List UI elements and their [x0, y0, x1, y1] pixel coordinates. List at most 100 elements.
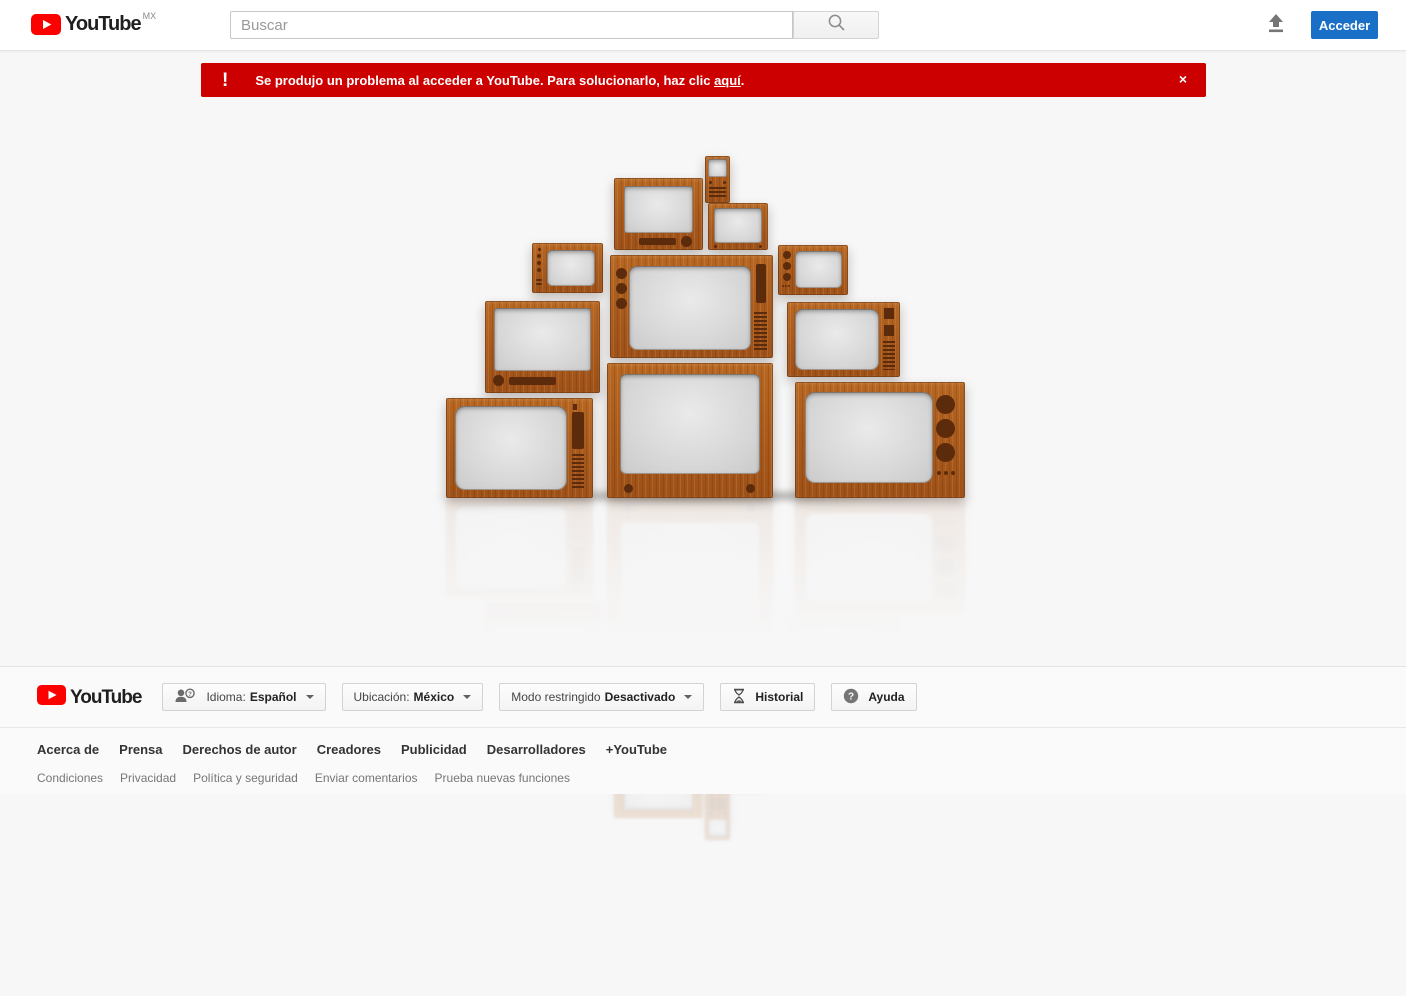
tv-knob — [493, 375, 504, 386]
footer-links: Acerca de Prensa Derechos de autor Creadore… — [0, 728, 1406, 787]
upload-button[interactable] — [1263, 13, 1289, 37]
footer-toolbar: YouTube ? Idioma: Español Ubicación: Méx… — [0, 667, 1406, 728]
tv-dot — [937, 471, 941, 475]
tv-square — [884, 325, 894, 336]
youtube-play-icon — [37, 684, 66, 710]
tv-screen — [795, 309, 879, 370]
footer-link[interactable]: Prueba nuevas funciones — [435, 771, 570, 785]
language-value: Español — [249, 690, 297, 704]
tv-dot — [723, 812, 726, 815]
tv-set — [787, 302, 900, 377]
tv-dot — [944, 471, 948, 475]
alert-exclamation-icon: ! — [222, 69, 229, 91]
tv-screen — [795, 251, 842, 288]
tv-set — [795, 382, 965, 498]
tv-bar — [639, 238, 676, 245]
search-input[interactable] — [230, 11, 793, 39]
tv-knob — [681, 236, 692, 247]
footer-link[interactable]: Condiciones — [37, 771, 103, 785]
tv-square — [573, 404, 577, 410]
restricted-mode-button[interactable]: Modo restringido Desactivado — [499, 683, 705, 711]
tv-dot — [537, 254, 541, 258]
youtube-play-icon — [31, 14, 61, 40]
location-picker-button[interactable]: Ubicación: México — [341, 683, 484, 711]
footer-link[interactable]: Derechos de autor — [183, 742, 297, 757]
history-hourglass-icon — [732, 688, 755, 707]
sign-in-button[interactable]: Acceder — [1311, 11, 1378, 39]
tv-screen — [805, 392, 933, 483]
tv-knob — [936, 395, 955, 414]
language-picker-button[interactable]: ? Idioma: Español — [162, 683, 326, 711]
tv-hgrill — [754, 312, 767, 350]
chevron-down-icon — [684, 695, 693, 699]
tv-dot — [709, 181, 712, 184]
tv-square — [884, 308, 894, 319]
svg-text:?: ? — [189, 690, 193, 697]
footer-link[interactable]: Desarrolladores — [487, 742, 586, 757]
footer-youtube-logo[interactable]: YouTube — [37, 684, 142, 710]
tv-dot — [537, 261, 541, 265]
history-button[interactable]: Historial — [720, 683, 816, 711]
tv-knob — [616, 268, 627, 279]
upload-icon — [1265, 14, 1287, 37]
search-button[interactable] — [793, 11, 879, 39]
logo-country-code: MX — [142, 11, 157, 21]
footer-link[interactable]: Creadores — [317, 742, 381, 757]
error-banner: ! Se produjo un problema al acceder a Yo… — [201, 63, 1206, 97]
footer-link[interactable]: Política y seguridad — [193, 771, 298, 785]
tv-bar — [572, 412, 584, 449]
tv-screen — [714, 208, 762, 243]
tv-screen — [620, 374, 760, 474]
chevron-down-icon — [305, 695, 314, 699]
tv-set — [446, 398, 593, 498]
footer-primary-links: Acerca de Prensa Derechos de autor Creadore… — [37, 741, 1406, 759]
error-message-text: Se produjo un problema al acceder a YouT… — [255, 72, 715, 88]
footer-link[interactable]: +YouTube — [606, 742, 667, 757]
tv-hgrill — [709, 187, 726, 199]
close-banner-icon[interactable]: × — [1179, 72, 1187, 86]
restricted-mode-prefix: Modo restringido — [511, 690, 601, 704]
tv-dot — [538, 248, 541, 251]
tv-hgrill — [883, 341, 895, 370]
location-prefix: Ubicación: — [353, 690, 410, 704]
chevron-down-icon — [463, 695, 472, 699]
footer-link[interactable]: Privacidad — [120, 771, 176, 785]
footer-link[interactable]: Acerca de — [37, 742, 99, 757]
footer-secondary-links: Condiciones Privacidad Política y segurida… — [37, 769, 1406, 787]
tv-screen — [494, 308, 591, 371]
search-icon — [827, 13, 846, 37]
tv-set — [614, 178, 703, 250]
youtube-logo[interactable]: YouTube MX — [31, 11, 157, 40]
tv-screen — [708, 819, 727, 837]
tv-knob — [936, 443, 955, 462]
tv-dot — [785, 285, 787, 287]
tv-dot — [782, 285, 784, 287]
tv-screen — [708, 159, 727, 177]
footer-link[interactable]: Prensa — [119, 742, 162, 757]
error-fix-link[interactable]: aquí — [714, 73, 741, 88]
help-button[interactable]: ? Ayuda — [831, 683, 917, 711]
tv-set — [485, 301, 600, 393]
tv-line — [536, 279, 542, 281]
tv-line — [536, 283, 542, 285]
tv-bar — [509, 377, 556, 385]
tv-set — [778, 245, 848, 295]
tv-dot — [723, 181, 726, 184]
tv-knob — [783, 251, 791, 259]
error-message: Se produjo un problema al acceder a YouT… — [255, 73, 744, 88]
tv-set — [705, 793, 730, 840]
tv-set — [708, 203, 768, 250]
tv-dot — [788, 285, 790, 287]
logo-wordmark: YouTube — [70, 686, 142, 708]
restricted-mode-value: Desactivado — [604, 690, 676, 704]
footer-link[interactable]: Publicidad — [401, 742, 467, 757]
language-icon: ? — [174, 688, 206, 707]
svg-text:?: ? — [848, 691, 854, 702]
tv-set — [705, 156, 730, 203]
footer-link[interactable]: Enviar comentarios — [315, 771, 418, 785]
logo-wordmark: YouTube — [65, 13, 142, 35]
error-message-period: . — [740, 72, 745, 88]
tv-set — [610, 255, 773, 358]
tv-hgrill — [572, 454, 584, 488]
tv-bar — [756, 264, 766, 303]
